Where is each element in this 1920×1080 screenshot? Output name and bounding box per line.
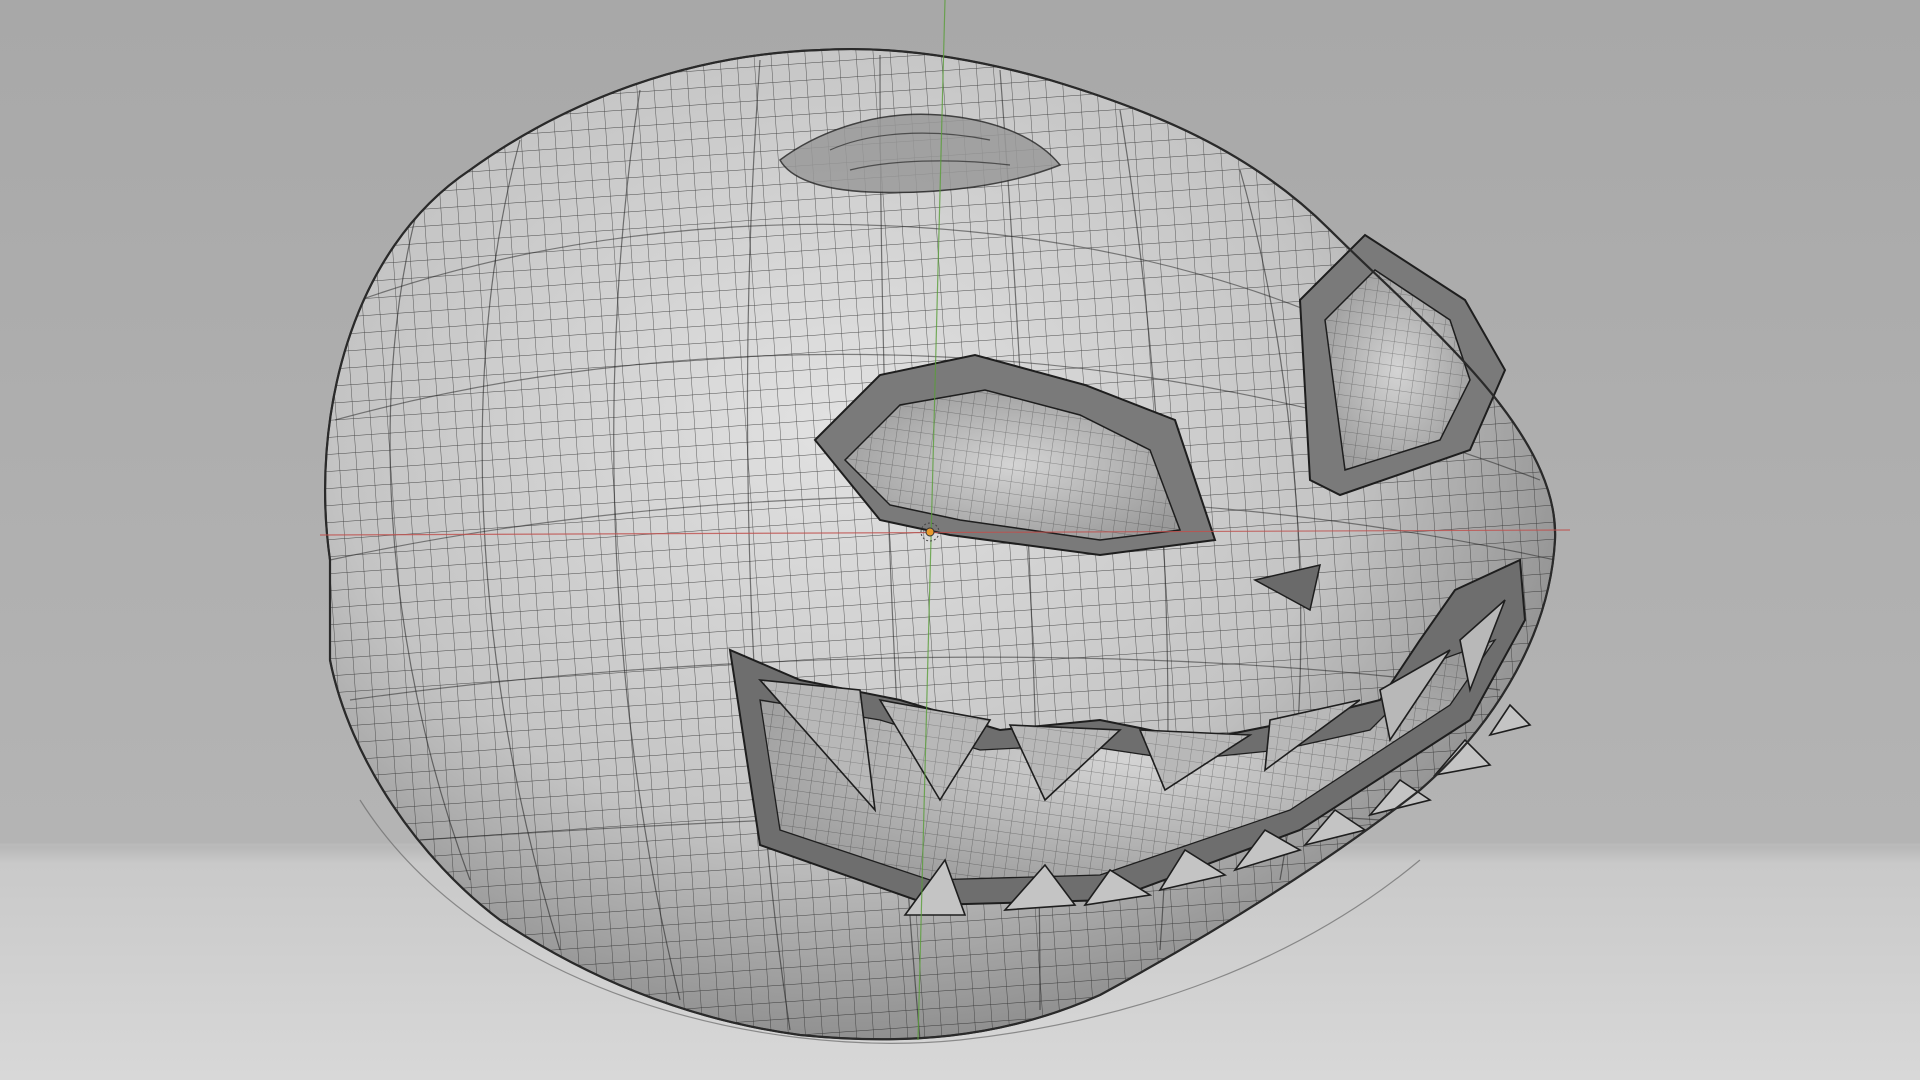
3d-viewport[interactable] [0, 0, 1920, 1080]
viewport-canvas[interactable] [0, 0, 1920, 1080]
